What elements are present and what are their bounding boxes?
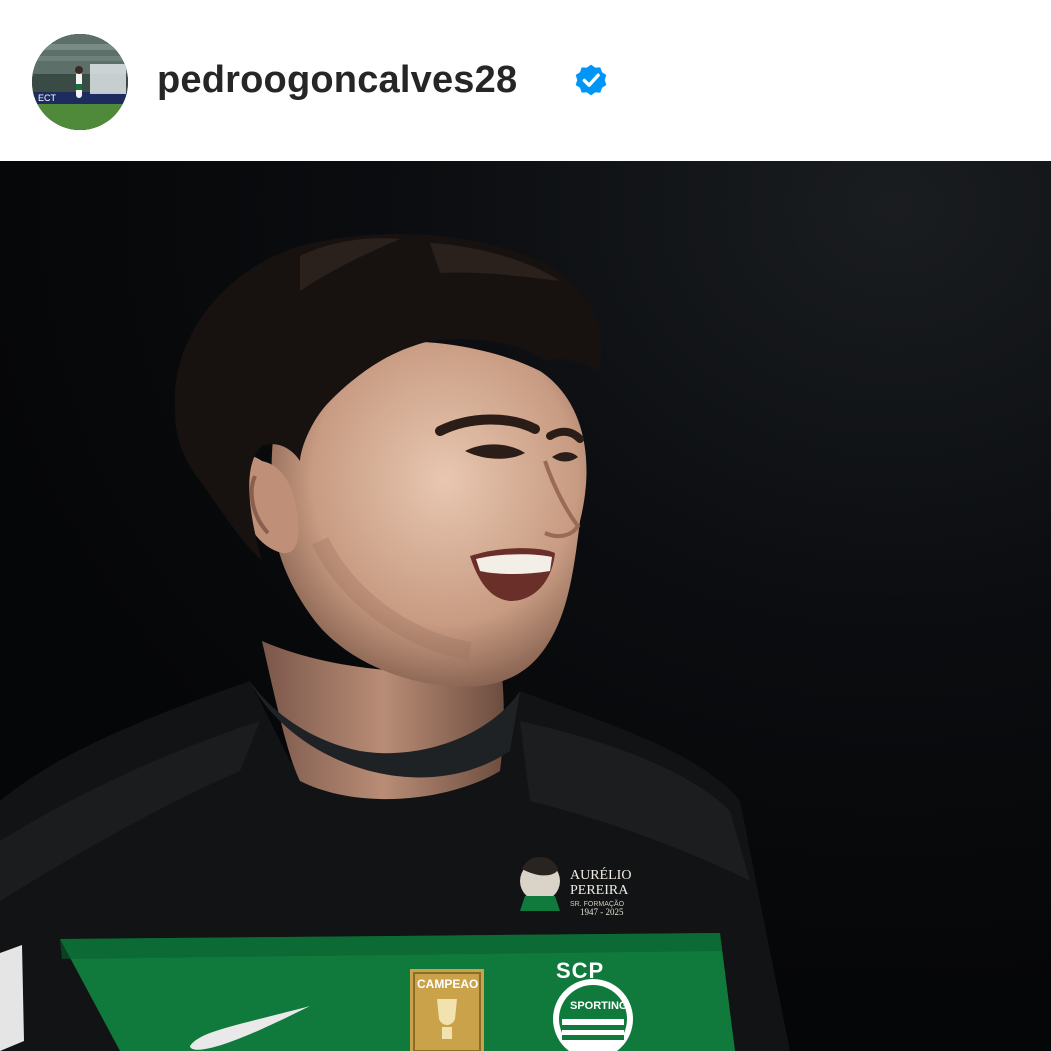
player-photo: AURÉLIO PEREIRA SR. FORMAÇÃO 1947 - 2025… — [0, 161, 1051, 1051]
author-avatar[interactable]: ECT — [32, 34, 128, 130]
champion-badge-text: CAMPEAO — [417, 977, 478, 991]
avatar-image: ECT — [32, 34, 128, 130]
avatar-banner-text: ECT — [38, 93, 57, 103]
champion-badge: CAMPEAO — [410, 969, 484, 1051]
tribute-name-line1: AURÉLIO — [570, 866, 631, 883]
author-username[interactable]: pedroogoncalves28 — [157, 56, 517, 104]
tribute-years: 1947 - 2025 — [580, 907, 624, 917]
tribute-name-line2: PEREIRA — [570, 883, 629, 898]
verified-badge-icon — [575, 64, 607, 96]
post-header: ECT pedroogoncalves28 — [0, 0, 1051, 161]
club-name-text: SPORTING — [570, 1000, 627, 1012]
post-image[interactable]: AURÉLIO PEREIRA SR. FORMAÇÃO 1947 - 2025… — [0, 161, 1051, 1051]
